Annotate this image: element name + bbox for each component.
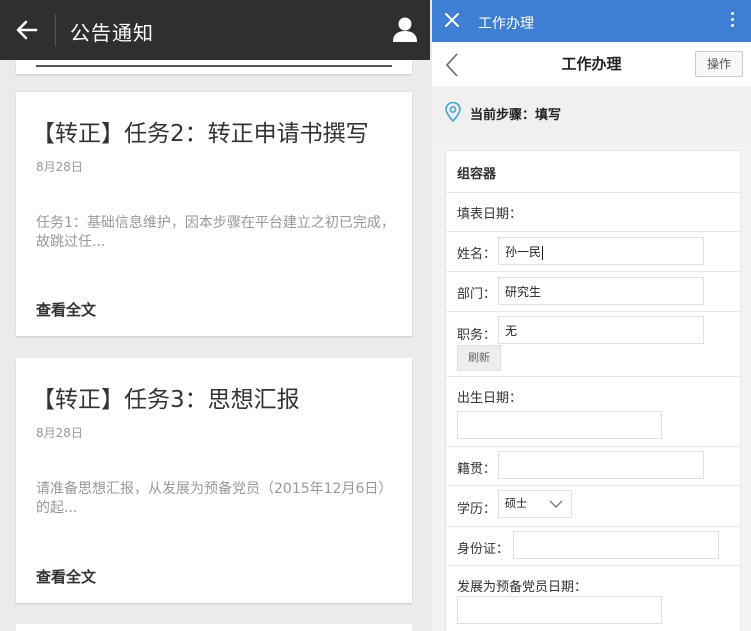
app-bar: 工作办理 <box>432 0 751 42</box>
birth-label: 出生日期： <box>457 391 523 406</box>
form-row-name: 姓名： 孙一民 <box>446 232 740 272</box>
location-pin-icon <box>445 102 461 122</box>
form-row-birth: 出生日期： <box>446 377 740 447</box>
nav-bar: 工作办理 操作 <box>432 42 751 86</box>
form-row-position: 职务： 无 刷新 <box>446 312 740 377</box>
page-title: 公告通知 <box>70 21 154 45</box>
prep-date-field[interactable] <box>457 596 662 624</box>
operate-button[interactable]: 操作 <box>695 51 743 77</box>
education-select[interactable]: 硕士 <box>498 490 572 518</box>
notice-panel: 公告通知 【转正】任务2：转正申请书撰写 8月28日 任务1：基础信息维护，因本… <box>0 0 430 631</box>
form-row-fill-date: 填表日期： <box>446 193 740 232</box>
read-more-link[interactable]: 查看全文 <box>36 299 96 320</box>
header-divider <box>55 14 56 46</box>
notice-card[interactable]: 【转正】任务2：转正申请书撰写 8月28日 任务1：基础信息维护，因本步骤在平台… <box>16 92 412 336</box>
current-step-label: 当前步骤：填写 <box>470 108 562 123</box>
form-row-prep-date: 发展为预备党员日期： <box>446 566 740 631</box>
close-icon[interactable] <box>443 11 461 29</box>
text-cursor <box>542 245 544 260</box>
notice-card[interactable]: 【转正】任务3：思想汇报 8月28日 请准备思想汇报，从发展为预备党员（2015… <box>16 358 412 603</box>
name-field[interactable]: 孙一民 <box>498 237 704 265</box>
dept-field[interactable]: 研究生 <box>498 277 704 305</box>
read-more-link[interactable]: 查看全文 <box>36 566 96 587</box>
form-row-id: 身份证： <box>446 527 740 566</box>
dept-label: 部门： <box>457 287 497 302</box>
id-label: 身份证： <box>457 542 510 557</box>
arrow-left-icon[interactable] <box>14 17 40 43</box>
notice-excerpt: 任务1：基础信息维护，因本步骤在平台建立之初已完成，故跳过任... <box>36 215 395 250</box>
origin-label: 籍贯： <box>457 462 497 477</box>
education-value: 硕士 <box>505 497 527 510</box>
chevron-down-icon <box>549 500 563 508</box>
form-row-origin: 籍贯： <box>446 447 740 486</box>
birth-date-field[interactable] <box>457 411 662 439</box>
work-panel: 工作办理 工作办理 操作 当前步骤：填写 组容器 填表日期： 姓名： 孙一民 部… <box>432 0 751 631</box>
id-field[interactable] <box>513 531 719 559</box>
fill-date-label: 填表日期： <box>457 207 523 222</box>
section-title: 组容器 <box>457 167 497 182</box>
position-label: 职务： <box>457 328 497 343</box>
card-divider <box>36 65 392 67</box>
name-value: 孙一民 <box>505 245 542 259</box>
name-label: 姓名： <box>457 247 497 262</box>
form-container: 组容器 填表日期： 姓名： 孙一民 部门： 研究生 职务： 无 刷新 出生日期：… <box>445 150 741 631</box>
notice-excerpt: 请准备思想汇报，从发展为预备党员（2015年12月6日）的起... <box>36 481 393 516</box>
notice-date: 8月28日 <box>36 426 83 440</box>
refresh-button[interactable]: 刷新 <box>457 345 501 371</box>
position-field[interactable]: 无 <box>498 316 704 344</box>
notice-card-partial <box>16 624 412 631</box>
notice-date: 8月28日 <box>36 160 83 174</box>
education-label: 学历： <box>457 502 497 517</box>
notice-title[interactable]: 【转正】任务2：转正申请书撰写 <box>32 114 369 148</box>
user-icon[interactable] <box>391 15 419 43</box>
form-row-education: 学历： 硕士 <box>446 486 740 527</box>
prep-date-label: 发展为预备党员日期： <box>457 580 588 595</box>
more-vertical-icon[interactable] <box>729 12 735 30</box>
app-bar-title: 工作办理 <box>478 16 534 32</box>
form-section-header: 组容器 <box>446 151 740 193</box>
notice-card-partial <box>16 60 412 74</box>
form-row-dept: 部门： 研究生 <box>446 272 740 312</box>
notice-title[interactable]: 【转正】任务3：思想汇报 <box>32 380 300 414</box>
current-step: 当前步骤：填写 <box>432 86 751 140</box>
origin-field[interactable] <box>498 451 704 479</box>
notice-header: 公告通知 <box>0 0 430 60</box>
